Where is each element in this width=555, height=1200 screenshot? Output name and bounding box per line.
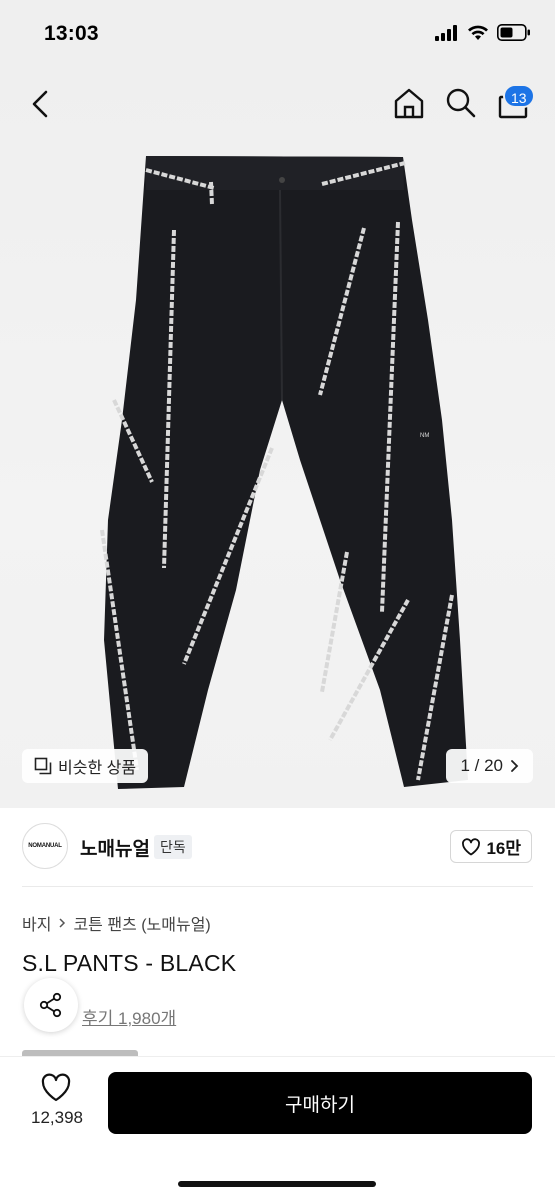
product-photo: NM — [100, 156, 468, 789]
buy-button[interactable]: 구매하기 — [108, 1072, 532, 1134]
brand-logo-text: NOMANUAL — [28, 843, 62, 849]
brand-like-button[interactable]: 16만 — [450, 830, 532, 863]
battery-icon — [497, 24, 530, 41]
buy-button-label: 구매하기 — [285, 1094, 355, 1116]
cellular-signal-icon — [435, 24, 457, 41]
status-icons — [435, 24, 531, 41]
chevron-left-icon[interactable] — [26, 88, 56, 120]
image-pager-count: 1 / 20 — [460, 756, 503, 775]
image-pager[interactable]: 1 / 20 — [446, 749, 533, 783]
svg-text:NM: NM — [420, 433, 429, 439]
share-button[interactable] — [24, 978, 78, 1032]
product-image-gallery[interactable]: NM — [0, 70, 555, 808]
share-icon — [39, 992, 62, 1018]
review-link[interactable]: 후기 1,980개 — [82, 1004, 176, 1029]
breadcrumb-subcategory[interactable]: 코튼 팬츠 (노매뉴얼) — [73, 911, 210, 935]
exclusive-tag: 단독 — [154, 835, 192, 859]
chevron-right-icon — [59, 918, 66, 928]
breadcrumb: 바지 코튼 팬츠 (노매뉴얼) — [22, 911, 211, 935]
wifi-icon — [468, 25, 488, 40]
similar-products-label: 비슷한 상품 — [58, 760, 137, 777]
product-title: S.L PANTS - BLACK — [22, 950, 237, 976]
chevron-right-icon — [511, 760, 519, 772]
cart-count-badge: 13 — [503, 84, 535, 108]
search-icon[interactable] — [444, 86, 478, 120]
brand-like-count: 16만 — [486, 839, 521, 858]
home-indicator — [178, 1181, 376, 1187]
brand-logo[interactable]: NOMANUAL — [22, 823, 68, 869]
heart-icon[interactable] — [40, 1073, 72, 1103]
similar-products-button[interactable]: 비슷한 상품 — [22, 749, 149, 783]
heart-icon — [462, 837, 481, 855]
home-icon[interactable] — [392, 86, 426, 120]
status-time: 13:03 — [44, 22, 99, 45]
wishlist-count: 12,398 — [31, 1108, 83, 1127]
breadcrumb-category[interactable]: 바지 — [22, 911, 51, 935]
divider — [22, 886, 533, 887]
status-bar: 13:03 — [0, 0, 555, 70]
similar-items-icon — [34, 757, 52, 775]
brand-name[interactable]: 노매뉴얼 — [80, 834, 150, 861]
